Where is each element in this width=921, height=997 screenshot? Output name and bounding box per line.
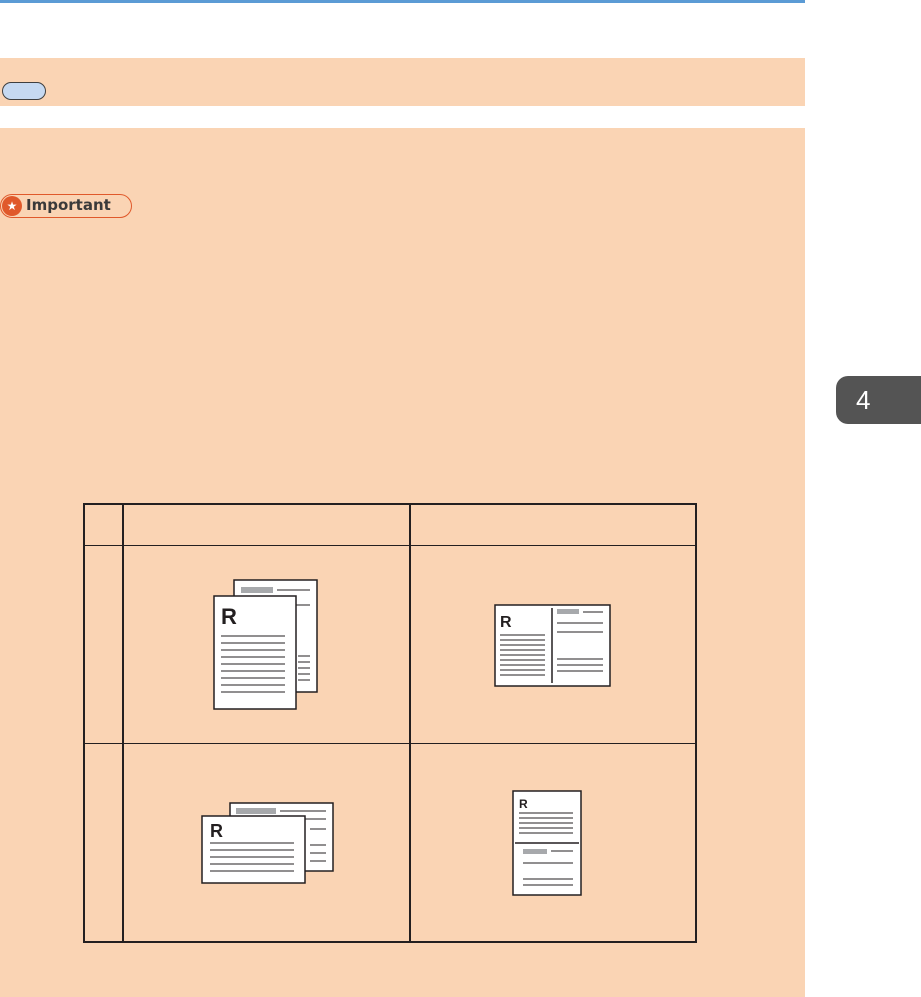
- row2-result-letter: R: [519, 797, 528, 811]
- top-rule: [0, 0, 805, 3]
- row1-result-letter: R: [500, 614, 512, 631]
- row2-original-pages: R: [201, 802, 334, 884]
- row2-original-letter: R: [210, 821, 223, 841]
- chapter-number: 4: [856, 385, 871, 415]
- row1-original-letter: R: [221, 604, 237, 629]
- col-divider-2: [409, 505, 411, 941]
- row1-result-sheet: R: [494, 604, 611, 687]
- important-label: Important: [26, 196, 111, 214]
- row-divider: [85, 743, 695, 744]
- important-badge: ★ Important: [0, 194, 132, 218]
- row2-result-sheet: R: [512, 790, 582, 896]
- header-divider: [85, 545, 695, 546]
- row1-original-pages: R: [213, 579, 318, 710]
- star-icon: ★: [2, 196, 22, 216]
- chapter-tab: 4: [836, 376, 921, 424]
- combine-table: R R R R: [83, 503, 697, 943]
- header-band: [0, 58, 805, 106]
- header-pill: [2, 82, 46, 100]
- col-divider-1: [122, 505, 124, 941]
